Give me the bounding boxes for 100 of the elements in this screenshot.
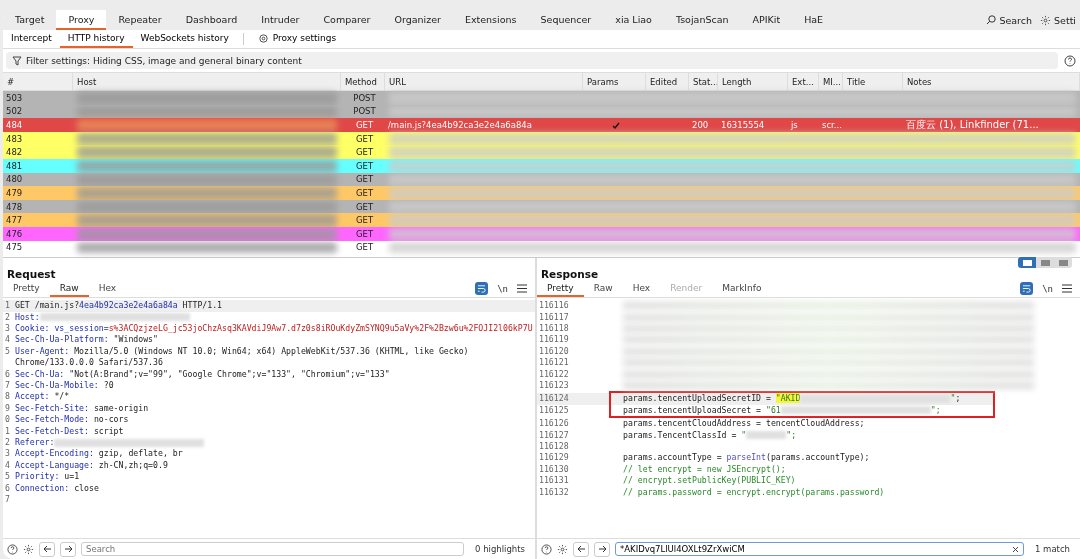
line-number: 6	[4, 368, 11, 380]
main-tab[interactable]: Intruder	[249, 10, 312, 30]
editor-tab[interactable]: Raw	[49, 280, 89, 298]
layout-button[interactable]	[1018, 257, 1036, 269]
line-number: 116128	[538, 441, 570, 453]
search-button[interactable]: Search	[982, 10, 1037, 30]
main-tab[interactable]: Target	[3, 10, 57, 30]
table-row[interactable]: 484 GET /main.js?4ea4b92ca3e2e4a6a84a 200 16315554 js scr... 百度云 (1), Linkfinder (71...	[3, 118, 1080, 132]
table-cell-text: 482	[5, 146, 24, 159]
main-tab[interactable]: Organizer	[382, 10, 453, 30]
column-header[interactable]: MI...	[819, 73, 843, 90]
editor-tab[interactable]: Pretty	[537, 280, 584, 298]
forward-button[interactable]	[60, 541, 76, 557]
line-number: 8	[4, 391, 11, 403]
main-tab[interactable]: Proxy	[56, 10, 107, 30]
column-header[interactable]: #	[3, 73, 73, 90]
newline-toggle[interactable]: \n	[497, 283, 508, 294]
column-header[interactable]: Method	[341, 73, 385, 90]
table-cell-text: POST	[352, 105, 377, 119]
column-header[interactable]: Ext...	[788, 73, 819, 90]
table-cell-text: GET	[354, 159, 375, 173]
arrow-right-icon	[597, 545, 607, 553]
code-line: // let encrypt = new JSEncrypt();	[623, 463, 787, 476]
main-tab[interactable]: APIKit	[740, 10, 793, 30]
table-cell-text: 483	[5, 132, 24, 146]
editor-tab[interactable]: Hex	[622, 280, 661, 298]
help-icon[interactable]	[541, 543, 552, 555]
table-cell-text: GET	[354, 214, 375, 227]
editor-tab[interactable]: Raw	[583, 280, 623, 298]
newline-toggle[interactable]: \n	[1042, 283, 1053, 294]
line-number: 6	[4, 482, 11, 495]
layout-button[interactable]	[1036, 257, 1054, 269]
help-icon[interactable]	[7, 543, 18, 555]
column-header[interactable]: Notes	[903, 73, 1080, 90]
settings-icon[interactable]	[557, 543, 568, 555]
table-row[interactable]: 479 GET	[3, 186, 1080, 200]
forward-button[interactable]	[594, 541, 610, 557]
gear-icon	[1040, 14, 1052, 26]
line-number: 116129	[538, 452, 570, 464]
search-field[interactable]: Search	[81, 542, 465, 556]
table-cell-text: 477	[5, 214, 24, 227]
main-tab[interactable]: Dashboard	[173, 10, 250, 30]
match-count: 1 match	[1034, 544, 1071, 554]
table-cell-text: /main.js?4ea4b92ca3e2e4a6a84a	[387, 119, 533, 133]
table-cell-text: GET	[354, 132, 375, 146]
search-field[interactable]: *AKIDvq7LlUl4OXLt9ZrXwiCM	[615, 542, 1024, 556]
clear-icon[interactable]	[1012, 545, 1019, 553]
line-number: 116120	[538, 345, 570, 358]
subtab[interactable]: Intercept	[3, 30, 60, 48]
help-icon[interactable]	[1064, 54, 1076, 67]
column-header[interactable]: URL	[385, 73, 583, 90]
line-number: 2	[4, 311, 11, 323]
subtab[interactable]: WebSockets history	[132, 30, 237, 48]
main-tab[interactable]: Repeater	[106, 10, 174, 30]
proxy-settings-button[interactable]: Proxy settings	[249, 30, 345, 48]
code-line: Sec-Ch-Ua-Mobile: ?0	[15, 379, 115, 392]
main-tab[interactable]: xia Liao	[603, 10, 664, 30]
line-number: 116124	[538, 393, 570, 405]
code-line: Sec-Ch-Ua: "Not(A:Brand";v="99", "Google Chrome";v="133", "Chromium";v="133"	[15, 368, 391, 380]
wrap-icon[interactable]	[475, 282, 489, 296]
menu-icon[interactable]	[1062, 284, 1072, 294]
column-header[interactable]: Title	[843, 73, 903, 90]
code-line: User-Agent: Mozilla/5.0 (Windows NT 10.0; Win64; x64) AppleWebKit/537.36 (KHTML, like Gecko) Chrome/133.0.0.0 Safari/537.36	[15, 345, 470, 369]
column-header[interactable]: Params	[583, 73, 646, 90]
table-cell-text: 16315554	[720, 119, 766, 133]
table-cell-text: 476	[5, 227, 24, 241]
column-header[interactable]: Host	[73, 73, 341, 90]
code-line: Cookie: vs_session=s%3ACQzjzeLG_jc53joChzAsq3KAVdiJ9Aw7.d7z0s8iROuKdyZmSYNQ9u5aVy%2F%2Bzw6u%2FOJI2l06kP7U	[15, 322, 534, 335]
main-tab[interactable]: HaE	[792, 10, 836, 30]
back-button[interactable]	[39, 541, 55, 557]
editor-tab[interactable]: Hex	[88, 280, 127, 298]
table-row[interactable]: 503 POST	[3, 91, 1080, 105]
line-number: 116126	[538, 418, 570, 430]
line-number: 7	[4, 379, 11, 392]
column-header[interactable]: Stat...	[689, 73, 718, 90]
table-cell-text: js	[790, 119, 799, 133]
main-tab[interactable]: Sequencer	[528, 10, 604, 30]
column-header[interactable]: Length	[718, 73, 788, 90]
code-line: Sec-Fetch-Site: same-origin	[15, 402, 150, 415]
filter-bar[interactable]: Filter settings: Hiding CSS, image and general binary content	[6, 52, 1058, 69]
settings-button[interactable]: Setti	[1036, 10, 1080, 30]
settings-icon[interactable]	[23, 543, 34, 555]
layout-button[interactable]	[1054, 257, 1072, 269]
main-tab[interactable]: Extensions	[452, 10, 529, 30]
table-row[interactable]: 477 GET	[3, 213, 1080, 227]
wrap-icon[interactable]	[1020, 282, 1034, 296]
back-button[interactable]	[573, 541, 589, 557]
editor-tab[interactable]: Pretty	[3, 280, 50, 298]
arrow-left-icon	[576, 545, 586, 553]
line-number: 116127	[538, 429, 570, 441]
main-tab[interactable]: Comparer	[311, 10, 383, 30]
editor-tab[interactable]: MarkInfo	[712, 280, 772, 298]
code-line: Host:	[15, 311, 535, 323]
line-number: 1	[4, 300, 11, 312]
column-header[interactable]: Edited	[646, 73, 689, 90]
main-tab[interactable]: TsojanScan	[663, 10, 741, 30]
table-row[interactable]: 482 GET	[3, 145, 1080, 159]
table-cell-text: 478	[5, 200, 24, 214]
menu-icon[interactable]	[517, 284, 527, 294]
subtab[interactable]: HTTP history	[59, 30, 133, 48]
